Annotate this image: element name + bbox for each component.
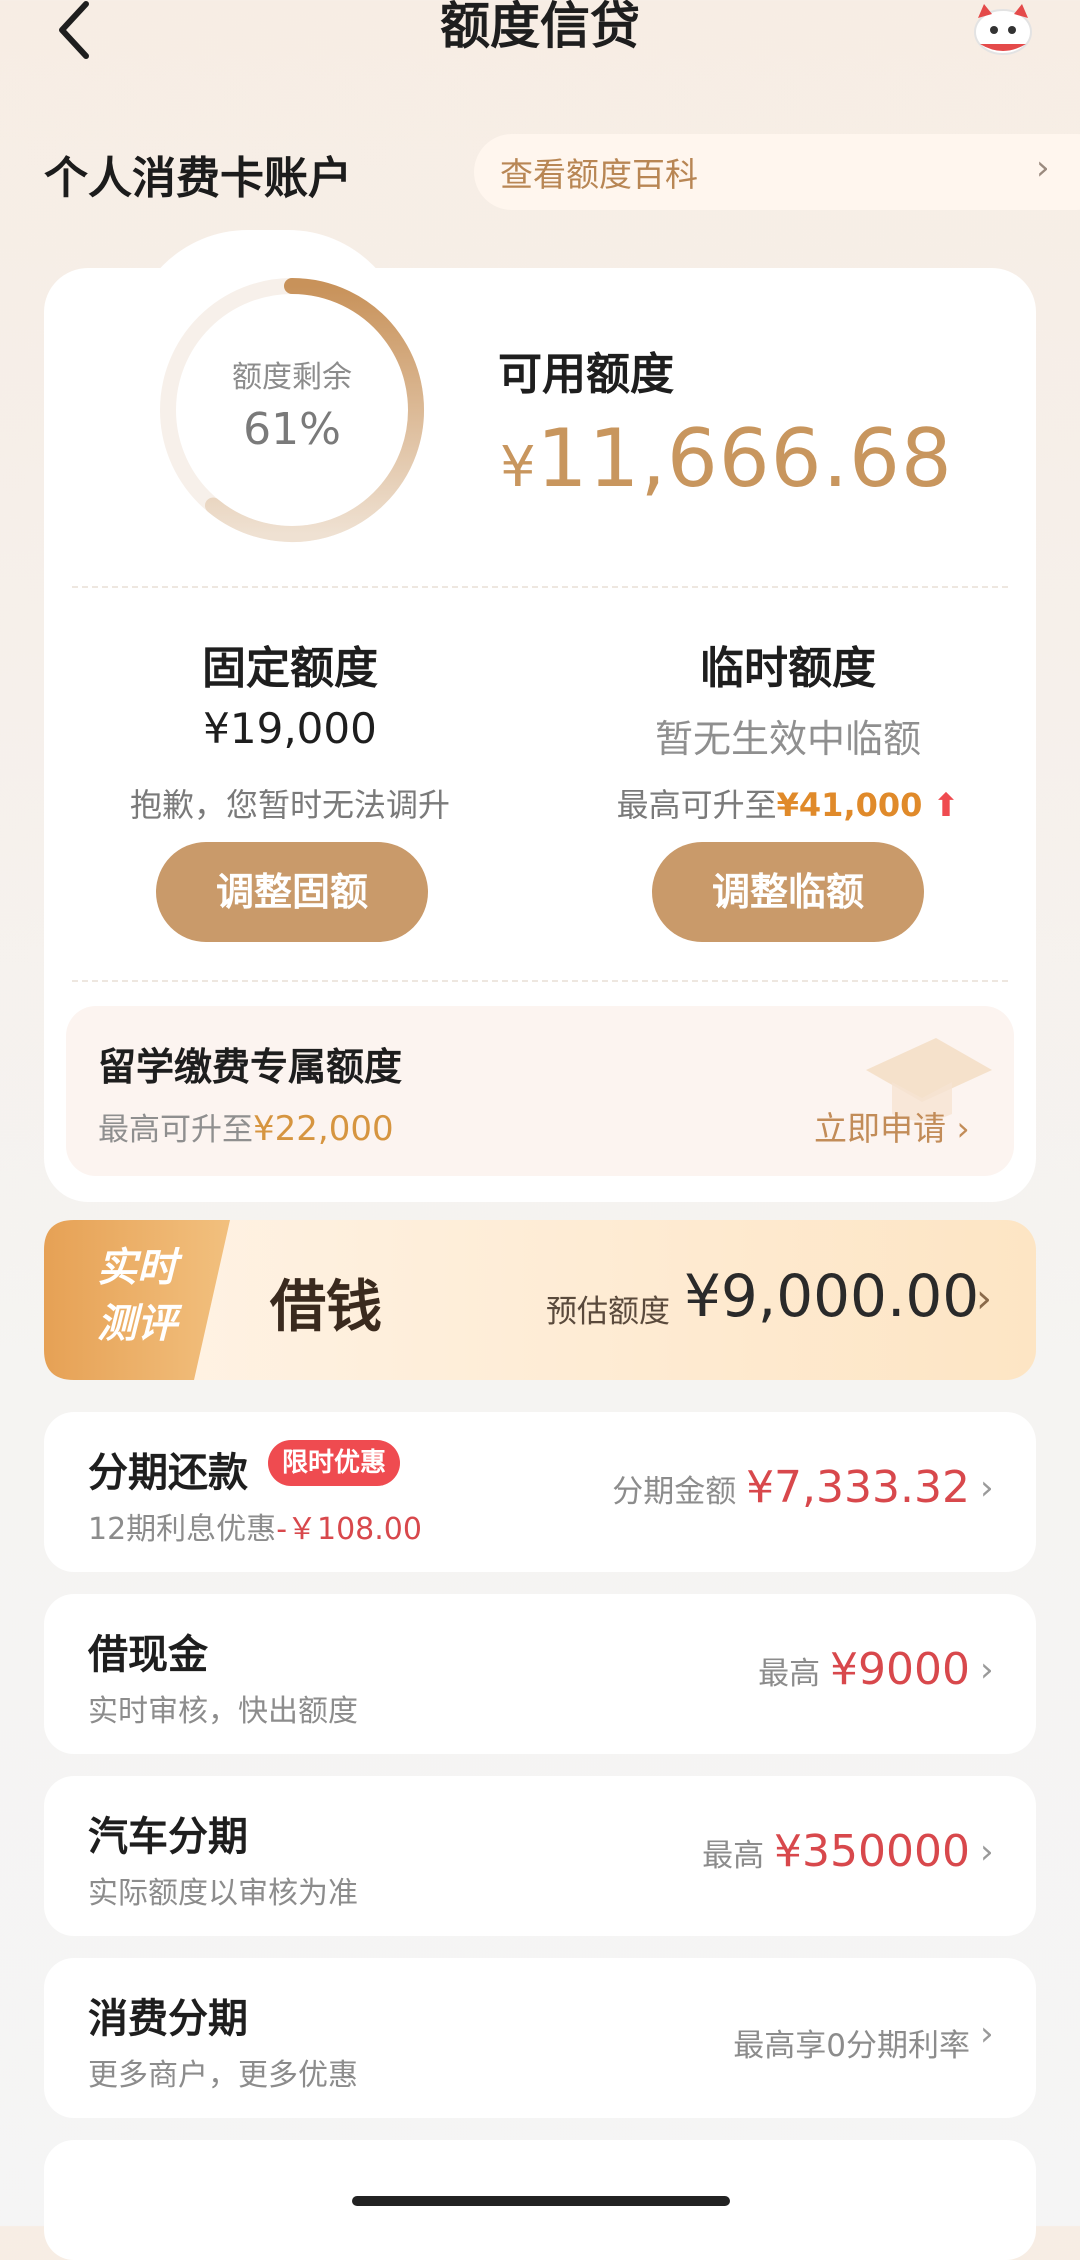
promo-badge: 限时优惠 — [268, 1440, 401, 1486]
adjust-temp-button[interactable]: 调整临额 — [652, 842, 924, 942]
item-subtitle: 更多商户，更多优惠 — [88, 2058, 358, 2093]
tag-line-1: 实时 — [97, 1245, 177, 1291]
item-right-value: ¥9000 — [830, 1644, 970, 1695]
divider — [72, 586, 1008, 588]
item-title: 分期还款 — [88, 1450, 248, 1496]
item-right-label: 最高 — [758, 1656, 831, 1692]
borrow-title: 借钱 — [270, 1274, 382, 1340]
item-title: 汽车分期 — [88, 1814, 248, 1860]
item-right-info: 最高 ¥350000 — [702, 1826, 970, 1877]
item-right-label: 分期金额 — [612, 1474, 747, 1510]
temp-note-prefix: 最高可升至 — [616, 786, 777, 824]
temp-quota-status: 暂无生效中临额 — [654, 717, 921, 761]
item-subtitle: 12期利息优惠-￥108.00 — [88, 1504, 422, 1548]
fixed-quota-title: 固定额度 — [202, 643, 378, 694]
chevron-right-icon: › — [976, 1276, 992, 1322]
item-right-label: 最高 — [702, 1838, 775, 1874]
item-right-info: 分期金额 ¥7,333.32 — [612, 1462, 970, 1513]
temp-quota-note: 最高可升至¥41,000 ⬆ — [558, 780, 1018, 826]
chevron-right-icon: › — [980, 2014, 994, 2054]
fixed-quota-amount: ¥19,000 — [203, 704, 377, 753]
item-right-info: 最高享0分期利率 — [733, 2016, 970, 2067]
realtime-eval-text: 实时 测评 — [72, 1240, 202, 1352]
chevron-right-icon: › — [980, 1832, 994, 1872]
item-discount: -￥108.00 — [276, 1512, 422, 1547]
temp-quota-title: 临时额度 — [700, 643, 876, 694]
borrow-estimate-label: 预估额度 — [546, 1294, 670, 1330]
tag-line-2: 测评 — [97, 1301, 177, 1347]
item-right-value: ¥350000 — [774, 1826, 970, 1877]
item-right-label: 最高享0分期利率 — [733, 2028, 970, 2064]
available-amount: ¥11,666.68 — [500, 412, 953, 505]
item-right-value: ¥7,333.32 — [746, 1462, 970, 1513]
mascot-icon[interactable] — [968, 0, 1038, 58]
ring-label: 额度剩余 — [232, 360, 352, 395]
available-value: 11,666.68 — [536, 412, 953, 505]
quota-wiki-text: 查看额度百科 — [500, 155, 698, 194]
ring-percent: 61% — [243, 404, 341, 455]
page-title: 额度信贷 — [440, 0, 640, 55]
item-subtitle: 实际额度以审核为准 — [88, 1876, 358, 1911]
study-note-prefix: 最高可升至 — [98, 1112, 253, 1148]
divider — [72, 980, 1008, 982]
temp-note-amount: ¥41,000 — [776, 786, 923, 824]
chevron-right-icon: › — [980, 1650, 994, 1690]
study-quota-title: 留学缴费专属额度 — [98, 1045, 403, 1089]
fixed-quota-note: 抱歉，您暂时无法调升 — [129, 786, 450, 824]
item-title: 消费分期 — [88, 1996, 248, 2042]
available-label: 可用额度 — [498, 349, 674, 400]
account-title: 个人消费卡账户 — [44, 153, 352, 204]
item-title: 借现金 — [88, 1632, 208, 1678]
chevron-right-icon: › — [980, 1468, 994, 1508]
study-quota-note: 最高可升至¥22,000 — [98, 1104, 394, 1149]
item-right-info: 最高 ¥9000 — [758, 1644, 970, 1695]
borrow-estimate-amount: ¥9,000.00 — [684, 1262, 980, 1330]
currency-symbol: ¥ — [500, 435, 537, 500]
item-subtitle: 实时审核，快出额度 — [88, 1694, 358, 1729]
chevron-right-icon: › — [1036, 148, 1050, 188]
adjust-fixed-button[interactable]: 调整固额 — [156, 842, 428, 942]
item-subtitle-text: 12期利息优惠 — [88, 1512, 277, 1547]
home-indicator[interactable] — [352, 2196, 730, 2206]
up-arrow-icon: ⬆ — [922, 786, 960, 824]
study-note-amount: ¥22,000 — [253, 1109, 394, 1149]
apply-now-link[interactable]: 立即申请 › — [814, 1102, 970, 1150]
